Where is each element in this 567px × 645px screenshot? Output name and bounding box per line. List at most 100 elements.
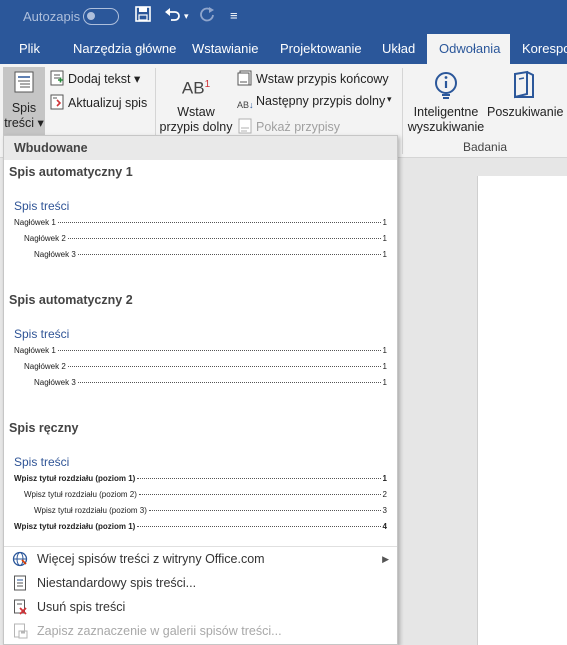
- toc-line-page: 1: [382, 218, 387, 227]
- lightbulb-info-icon: [431, 70, 461, 100]
- document-page[interactable]: [477, 176, 567, 645]
- tab-mailings[interactable]: Korespo: [522, 34, 567, 64]
- add-text-icon: [49, 70, 65, 86]
- toc-preview-line: Nagłówek 3 1: [34, 249, 387, 260]
- tab-insert[interactable]: Wstawianie: [192, 34, 258, 64]
- undo-dropdown-icon[interactable]: ▾: [184, 6, 189, 26]
- insert-endnote-icon: [237, 70, 253, 86]
- toc-line-page: 1: [382, 474, 387, 483]
- autosave-toggle[interactable]: [83, 8, 119, 25]
- toc-preview-line: Wpisz tytuł rozdziału (poziom 1) 4: [14, 521, 387, 532]
- insert-footnote-label-2: przypis dolny: [159, 120, 233, 134]
- toc-line-page: 1: [382, 378, 387, 387]
- toc-line-page: 1: [382, 346, 387, 355]
- show-notes-label: Pokaż przypisy: [256, 120, 341, 134]
- save-selection-to-gallery-item[interactable]: Zapisz zaznaczenie w galerii spisów treś…: [4, 619, 397, 643]
- tab-design[interactable]: Projektowanie: [280, 34, 362, 64]
- researcher-button[interactable]: Poszukiwanie: [487, 70, 563, 120]
- autosave-label: Autozapis: [23, 9, 81, 24]
- submenu-arrow-icon: ▶: [382, 554, 389, 564]
- footnote-icon-text: AB: [181, 78, 205, 98]
- show-notes-icon: [237, 118, 253, 134]
- undo-icon[interactable]: [164, 6, 182, 28]
- toc-preview-title: Spis treści: [14, 455, 70, 469]
- more-tocs-office-item[interactable]: Więcej spisów treści z witryny Office.co…: [4, 547, 397, 571]
- toc-line-page: 3: [382, 506, 387, 515]
- add-text-button[interactable]: Dodaj tekst ▾: [49, 70, 140, 86]
- insert-footnote-label-1: Wstaw: [177, 105, 215, 119]
- toc-button-label-1: Spis: [11, 101, 37, 115]
- gallery-item-title: Spis automatyczny 2: [9, 293, 133, 307]
- add-text-label: Dodaj tekst ▾: [68, 72, 141, 86]
- researcher-book-icon: [509, 70, 539, 100]
- customize-qat-icon[interactable]: ≡: [230, 6, 238, 26]
- tab-references[interactable]: Odwołania: [427, 34, 510, 64]
- toc-line-page: 1: [382, 250, 387, 259]
- group-separator: [402, 68, 403, 154]
- custom-toc-item[interactable]: Niestandardowy spis treści...: [4, 571, 397, 595]
- redo-icon[interactable]: [199, 6, 215, 28]
- update-toc-label: Aktualizuj spis: [68, 96, 148, 110]
- toc-preview-title: Spis treści: [14, 327, 70, 341]
- save-gallery-icon: [12, 623, 28, 639]
- update-toc-button[interactable]: Aktualizuj spis: [49, 94, 147, 110]
- toc-preview-line: Nagłówek 2 1: [24, 233, 387, 244]
- footnote-icon-sup: 1: [204, 79, 211, 90]
- document-icon: [12, 575, 28, 591]
- insert-endnote-label: Wstaw przypis końcowy: [256, 72, 389, 86]
- ribbon-tabs: Plik Narzędzia główne Wstawianie Projekt…: [0, 34, 567, 64]
- toc-preview-line: Wpisz tytuł rozdziału (poziom 3) 3: [34, 505, 387, 516]
- more-tocs-label: Więcej spisów treści z witryny Office.co…: [37, 552, 265, 566]
- gallery-category-header: Wbudowane: [4, 136, 397, 160]
- toc-line-page: 1: [382, 234, 387, 243]
- gallery-item-title: Spis ręczny: [9, 421, 79, 435]
- remove-document-icon: [12, 599, 28, 615]
- toc-dropdown-panel: Wbudowane Spis automatyczny 1 Spis treśc…: [3, 135, 398, 645]
- toc-icon: [14, 71, 34, 93]
- custom-toc-label: Niestandardowy spis treści...: [37, 576, 197, 590]
- toc-button-label-2: treści ▾: [4, 116, 44, 130]
- globe-icon: [12, 551, 28, 567]
- save-icon[interactable]: [135, 6, 151, 28]
- toc-line-label: Nagłówek 2: [24, 234, 66, 243]
- toc-line-label: Nagłówek 3: [34, 250, 76, 259]
- remove-toc-label: Usuń spis treści: [37, 600, 126, 614]
- toc-line-label: Nagłówek 2: [24, 362, 66, 371]
- tab-layout[interactable]: Układ: [382, 34, 415, 64]
- toc-preview-line: Nagłówek 1 1: [14, 345, 387, 356]
- insert-endnote-button[interactable]: Wstaw przypis końcowy: [237, 70, 389, 86]
- remove-toc-item[interactable]: Usuń spis treści: [4, 595, 397, 619]
- footnote-icon: AB1: [159, 72, 233, 98]
- toc-line-label: Wpisz tytuł rozdziału (poziom 2): [24, 490, 137, 499]
- research-group-label: Badania: [463, 140, 508, 154]
- toc-line-label: Wpisz tytuł rozdziału (poziom 1): [14, 522, 136, 531]
- toc-preview-title: Spis treści: [14, 199, 70, 213]
- word-window: Autozapis ▾ ≡ Plik Narzędzia główne Wsta…: [0, 0, 567, 645]
- toc-preview-line: Nagłówek 2 1: [24, 361, 387, 372]
- toc-line-label: Nagłówek 1: [14, 218, 56, 227]
- toc-line-label: Wpisz tytuł rozdziału (poziom 3): [34, 506, 147, 515]
- toc-preview-line: Wpisz tytuł rozdziału (poziom 1) 1: [14, 473, 387, 484]
- toc-line-page: 1: [382, 362, 387, 371]
- smart-lookup-label-1: Inteligentne: [413, 105, 479, 119]
- toc-line-label: Nagłówek 3: [34, 378, 76, 387]
- toc-preview-line: Wpisz tytuł rozdziału (poziom 2) 2: [24, 489, 387, 500]
- quick-access-toolbar: Autozapis ▾ ≡: [0, 0, 567, 34]
- toc-button[interactable]: Spis treści ▾: [3, 67, 45, 137]
- gallery-item-title: Spis automatyczny 1: [9, 165, 133, 179]
- insert-footnote-button[interactable]: AB1 Wstaw przypis dolny: [159, 72, 233, 135]
- smart-lookup-button[interactable]: Inteligentne wyszukiwanie: [407, 70, 485, 135]
- toc-line-page: 4: [382, 522, 387, 531]
- next-footnote-icon: AB↓: [237, 100, 254, 110]
- next-footnote-dropdown-icon[interactable]: ▾: [387, 94, 392, 105]
- toc-line-label: Wpisz tytuł rozdziału (poziom 1): [14, 474, 136, 483]
- tab-file[interactable]: Plik: [19, 34, 40, 64]
- update-toc-icon: [49, 94, 65, 110]
- toc-line-page: 2: [382, 490, 387, 499]
- next-footnote-label: Następny przypis dolny: [256, 94, 386, 108]
- show-notes-button[interactable]: Pokaż przypisy: [237, 118, 340, 134]
- next-footnote-button[interactable]: AB↓ Następny przypis dolny ▾: [237, 94, 392, 113]
- save-selection-label: Zapisz zaznaczenie w galerii spisów treś…: [37, 624, 282, 638]
- toc-preview-line: Nagłówek 1 1: [14, 217, 387, 228]
- tab-home[interactable]: Narzędzia główne: [73, 34, 176, 64]
